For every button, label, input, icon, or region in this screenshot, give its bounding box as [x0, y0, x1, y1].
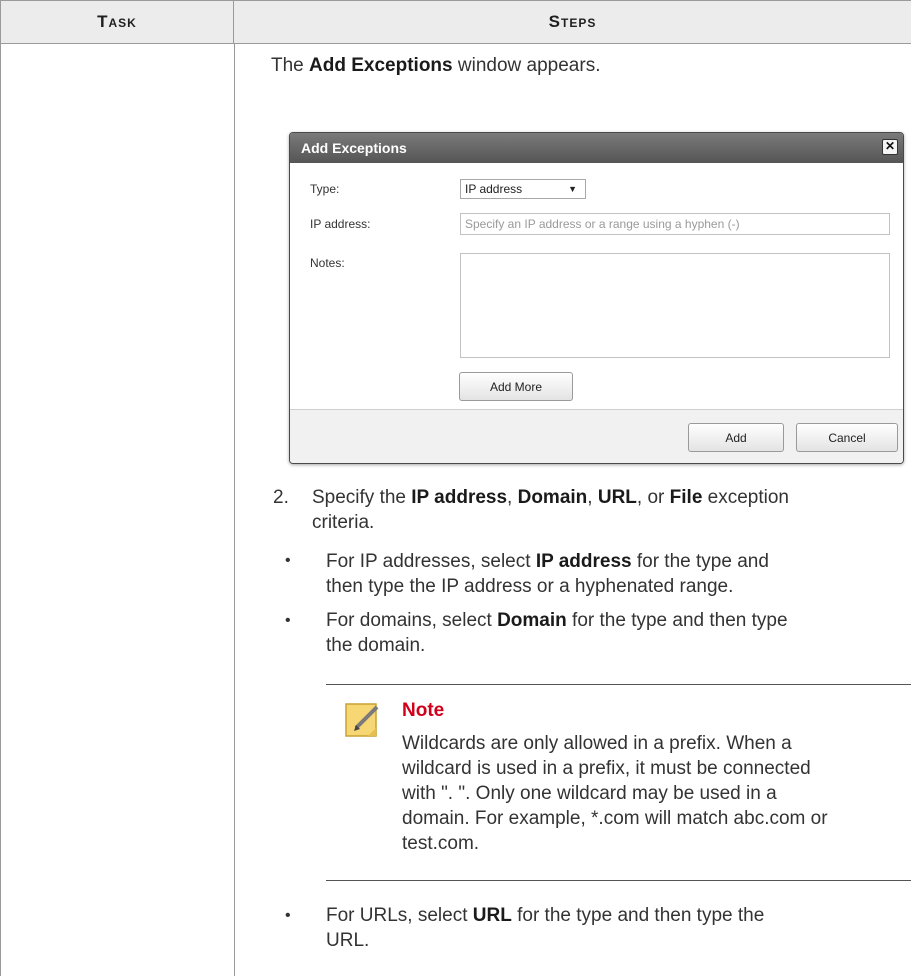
type-select[interactable]: IP address ▼	[460, 179, 586, 199]
ip-address-label: IP address:	[310, 217, 371, 231]
note-line: Wildcards are only allowed in a prefix. …	[402, 733, 792, 754]
type-select-value: IP address	[465, 182, 523, 196]
step2-b2: Domain	[517, 487, 588, 508]
header-task: Task	[0, 0, 234, 44]
bullet-1-post: for the type and	[631, 551, 769, 572]
bullet-icon: •	[285, 552, 291, 569]
bullet-icon: •	[285, 907, 291, 924]
note-bottom-rule	[326, 880, 911, 881]
bullet-2-line1: For domains, select Domain for the type …	[326, 608, 788, 633]
note-line: wildcard is used in a prefix, it must be…	[402, 758, 811, 779]
step2-t3: ,	[587, 487, 598, 508]
step2-t1: Specify the	[312, 487, 412, 508]
bullet-1-line2: then type the IP address or a hyphenated…	[326, 576, 734, 597]
dropdown-arrow-icon: ▼	[568, 184, 577, 194]
intro-text: The Add Exceptions window appears.	[271, 53, 600, 78]
step-number: 2.	[273, 487, 289, 508]
dialog-footer: Add Cancel	[290, 409, 903, 463]
bullet-1-pre: For IP addresses, select	[326, 551, 536, 572]
step2-text-line2: criteria.	[312, 512, 375, 533]
bullet-2-bold: Domain	[497, 610, 567, 631]
ip-address-input[interactable]	[460, 213, 890, 235]
step2-text-line1: Specify the IP address, Domain, URL, or …	[312, 485, 789, 510]
close-icon[interactable]: ✕	[882, 139, 898, 155]
table-left-border	[0, 44, 1, 976]
notes-textarea[interactable]	[460, 253, 890, 358]
note-title: Note	[402, 700, 445, 721]
bullet-3-pre: For URLs, select	[326, 905, 473, 926]
bullet-1-line1: For IP addresses, select IP address for …	[326, 549, 769, 574]
bullet-3-line2: URL.	[326, 930, 370, 951]
step2-t2: ,	[507, 487, 518, 508]
notes-label: Notes:	[310, 256, 345, 270]
dialog-titlebar: Add Exceptions ✕	[290, 133, 903, 163]
bullet-3-bold: URL	[472, 905, 512, 926]
intro-post: window appears.	[452, 55, 601, 76]
step2-t4: , or	[636, 487, 670, 508]
bullet-2-post: for the type and then type	[566, 610, 788, 631]
bullet-3-line1: For URLs, select URL for the type and th…	[326, 903, 764, 928]
bullet-icon: •	[285, 612, 291, 629]
type-label: Type:	[310, 182, 340, 196]
dialog-title: Add Exceptions	[301, 140, 407, 156]
intro-bold: Add Exceptions	[309, 55, 453, 76]
header-steps: Steps	[234, 0, 911, 44]
table-column-divider	[234, 44, 235, 976]
note-line: domain. For example, *.com will match ab…	[402, 808, 828, 829]
cancel-button[interactable]: Cancel	[796, 423, 898, 452]
step2-b1: IP address	[411, 487, 508, 508]
bullet-2-line2: the domain.	[326, 635, 426, 656]
step2-b3: URL	[597, 487, 637, 508]
note-top-rule	[326, 684, 911, 685]
step2-t5: exception	[702, 487, 790, 508]
step2-b4: File	[669, 487, 703, 508]
bullet-2-pre: For domains, select	[326, 610, 498, 631]
add-more-button[interactable]: Add More	[459, 372, 573, 401]
add-button[interactable]: Add	[688, 423, 784, 452]
add-exceptions-dialog: Add Exceptions ✕ Type: IP address ▼ IP a…	[289, 132, 904, 464]
note-line: with ". ". Only one wildcard may be used…	[402, 783, 777, 804]
bullet-1-bold: IP address	[535, 551, 632, 572]
note-line: test.com.	[402, 833, 480, 854]
bullet-3-post: for the type and then type the	[511, 905, 765, 926]
note-pencil-icon	[344, 700, 382, 740]
intro-pre: The	[271, 55, 310, 76]
